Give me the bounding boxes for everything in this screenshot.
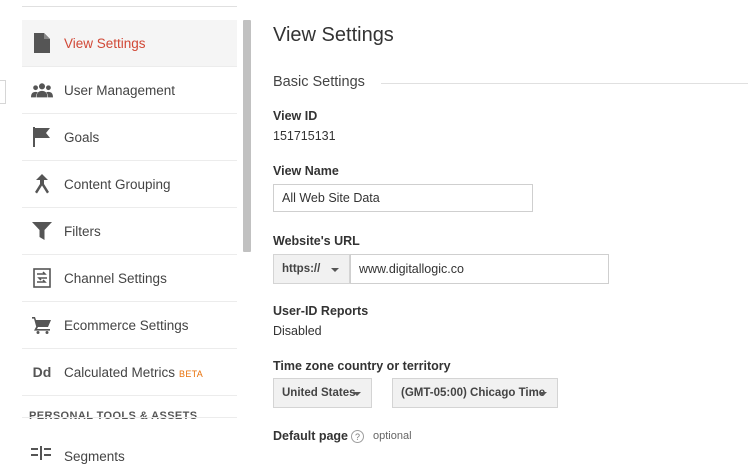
website-url-input[interactable] [350, 254, 609, 284]
timezone-value: (GMT-05:00) Chicago Time [401, 387, 546, 399]
country-value: United States [282, 387, 356, 399]
sidebar-item-calculated-metrics[interactable]: Dd Calculated Metrics BETA [22, 349, 237, 396]
protocol-value: https:// [282, 263, 321, 275]
section-heading-basic-settings: Basic Settings [273, 74, 365, 90]
sidebar-item-goals[interactable]: Goals [22, 114, 237, 161]
sidebar-item-label: Calculated Metrics BETA [64, 365, 203, 380]
people-icon [31, 79, 53, 101]
user-id-reports-value: Disabled [273, 324, 322, 338]
dd-icon: Dd [32, 364, 52, 380]
sidebar-item-label: Filters [64, 223, 101, 239]
timezone-label: Time zone country or territory [273, 359, 451, 373]
page-title: View Settings [273, 24, 394, 46]
section-title-personal-tools: PERSONAL TOOLS & ASSETS [29, 410, 198, 422]
beta-badge: BETA [179, 368, 204, 379]
document-icon [31, 32, 53, 54]
sidebar-item-label: Segments [64, 449, 125, 464]
help-icon[interactable]: ? [351, 430, 364, 443]
segments-icon [31, 446, 51, 465]
sidebar-scrollbar[interactable] [243, 20, 251, 252]
sidebar-item-label: Channel Settings [64, 270, 167, 286]
sidebar-item-content-grouping[interactable]: Content Grouping [22, 161, 237, 208]
view-id-label: View ID [273, 109, 318, 123]
collapsed-panel-edge[interactable] [0, 80, 6, 104]
admin-sidebar: View Settings User Management Goals Cont… [22, 20, 237, 464]
cart-icon [31, 314, 53, 336]
website-url-label: Website's URL [273, 234, 360, 248]
grouping-icon [31, 173, 53, 195]
sidebar-item-segments[interactable]: Segments [22, 432, 237, 465]
view-name-input[interactable] [273, 184, 533, 212]
sidebar-item-label: View Settings [64, 35, 146, 51]
chevron-down-icon [331, 268, 339, 272]
section-rule [381, 83, 748, 84]
view-name-label: View Name [273, 164, 339, 178]
sidebar-item-view-settings[interactable]: View Settings [22, 20, 237, 67]
section-divider [22, 417, 237, 418]
chevron-down-icon [539, 392, 547, 396]
protocol-select[interactable]: https:// [273, 254, 350, 284]
sidebar-item-label: Goals [64, 129, 100, 145]
sidebar-item-filters[interactable]: Filters [22, 208, 237, 255]
top-divider [22, 6, 237, 7]
view-id-value: 151715131 [273, 129, 336, 143]
sidebar-item-channel-settings[interactable]: Channel Settings [22, 255, 237, 302]
sidebar-item-label-text: Calculated Metrics [64, 364, 176, 380]
flag-icon [31, 126, 53, 148]
filter-icon [31, 220, 53, 242]
sidebar-item-user-management[interactable]: User Management [22, 67, 237, 114]
sidebar-item-ecommerce-settings[interactable]: Ecommerce Settings [22, 302, 237, 349]
timezone-select[interactable]: (GMT-05:00) Chicago Time [392, 378, 558, 408]
user-id-reports-label: User-ID Reports [273, 304, 369, 318]
chevron-down-icon [353, 392, 361, 396]
sidebar-item-label: Content Grouping [64, 176, 171, 192]
sidebar-item-label: Ecommerce Settings [64, 317, 189, 333]
country-select[interactable]: United States [273, 378, 372, 408]
default-page-label: Default page [273, 429, 349, 443]
channel-icon [31, 267, 53, 289]
optional-hint: optional [373, 430, 412, 442]
sidebar-item-label: User Management [64, 82, 176, 98]
